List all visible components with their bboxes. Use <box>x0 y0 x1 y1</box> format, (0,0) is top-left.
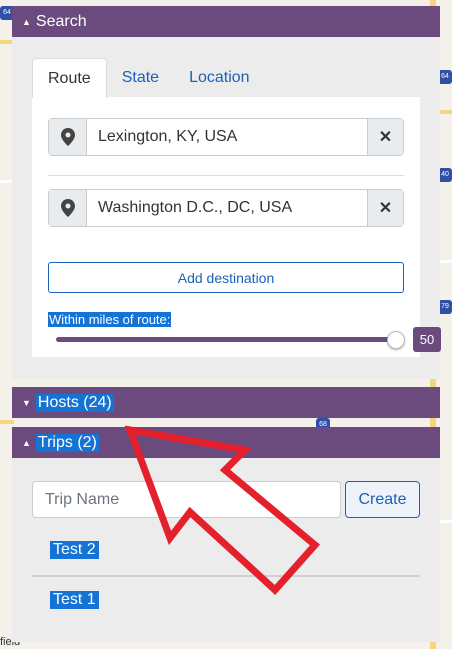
caret-up-icon: ▲ <box>22 16 31 27</box>
route-divider <box>48 175 404 176</box>
caret-up-icon: ▲ <box>22 437 31 448</box>
miles-value-badge: 50 <box>413 327 441 352</box>
annotation-arrow-icon <box>124 425 320 595</box>
highway-shield-icon: 79 <box>438 300 452 314</box>
origin-input[interactable]: Lexington, KY, USA <box>87 119 367 155</box>
search-panel-header[interactable]: ▲ Search <box>12 6 440 37</box>
tab-route[interactable]: Route <box>32 58 107 98</box>
hosts-panel-header[interactable]: ▼ Hosts (24) <box>12 387 440 418</box>
map-marker-icon <box>49 190 87 226</box>
create-trip-button[interactable]: Create <box>345 481 420 518</box>
tab-location[interactable]: Location <box>174 58 265 98</box>
highway-shield-icon: 40 <box>438 168 452 182</box>
origin-field: Lexington, KY, USA ✕ <box>48 118 404 156</box>
destination-input[interactable]: Washington D.C., DC, USA <box>87 190 367 226</box>
miles-slider-handle[interactable] <box>387 331 405 349</box>
caret-down-icon: ▼ <box>22 397 31 408</box>
clear-origin-button[interactable]: ✕ <box>367 119 403 155</box>
tab-state[interactable]: State <box>107 58 174 98</box>
highway-shield-icon: 64 <box>438 70 452 84</box>
search-panel-title: Search <box>35 12 87 30</box>
map-marker-icon <box>49 119 87 155</box>
search-tabs: Route State Location <box>32 58 265 98</box>
destination-field: Washington D.C., DC, USA ✕ <box>48 189 404 227</box>
miles-slider-track[interactable] <box>56 337 398 342</box>
clear-destination-button[interactable]: ✕ <box>367 190 403 226</box>
trips-panel-title[interactable]: Trips (2) <box>35 433 99 452</box>
miles-label: Within miles of route: <box>48 312 172 327</box>
trip-list-item[interactable]: Test 1 <box>50 591 99 609</box>
trip-list-item[interactable]: Test 2 <box>50 541 99 559</box>
hosts-panel-title[interactable]: Hosts (24) <box>35 393 114 412</box>
add-destination-button[interactable]: Add destination <box>48 262 404 293</box>
